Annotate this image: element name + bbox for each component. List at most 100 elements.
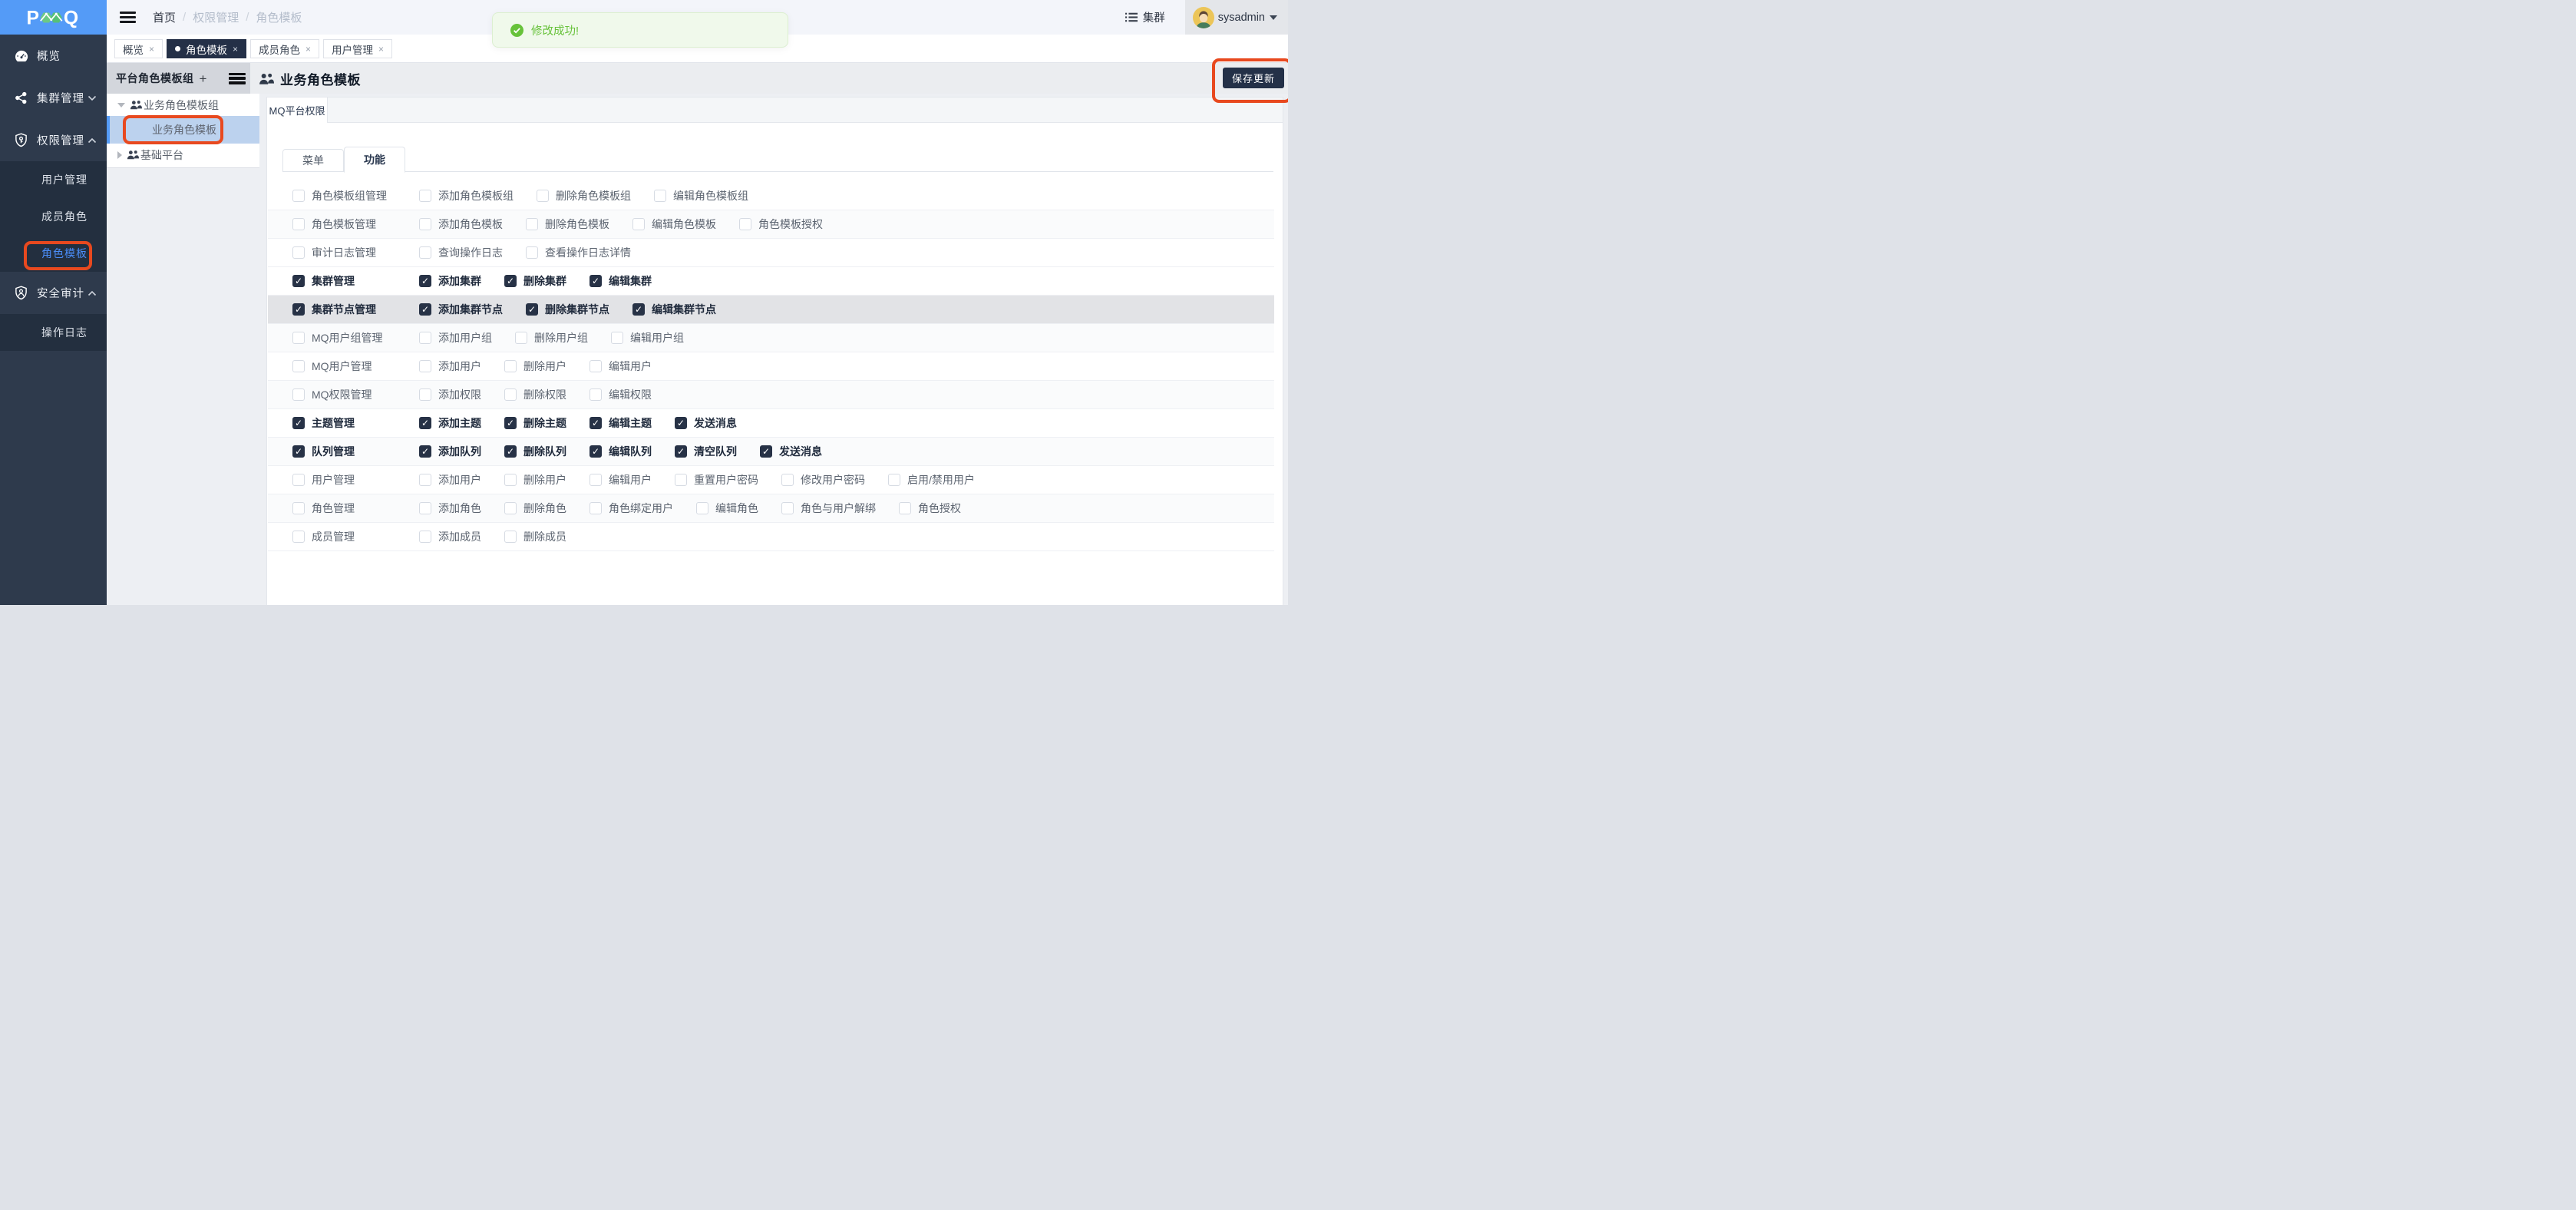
perm-checkbox[interactable]: [526, 303, 538, 316]
breadcrumb-item-1[interactable]: 首页: [153, 9, 176, 25]
module-checkbox[interactable]: [292, 531, 305, 543]
perm-checkbox[interactable]: [590, 474, 602, 486]
module-checkbox[interactable]: [292, 246, 305, 259]
perm-checkbox[interactable]: [419, 303, 431, 316]
add-template-group-button[interactable]: +: [200, 72, 207, 85]
perm-checkbox[interactable]: [654, 190, 666, 202]
user-menu[interactable]: sysadmin: [1185, 0, 1288, 35]
open-tab-1[interactable]: 概览×: [114, 39, 163, 58]
perm-checkbox[interactable]: [419, 531, 431, 543]
permission-cell: 编辑角色模板: [632, 217, 716, 232]
perm-checkbox[interactable]: [632, 303, 645, 316]
tree-item-1[interactable]: 业务角色模板组: [107, 94, 259, 116]
perm-checkbox[interactable]: [696, 502, 708, 514]
tab-close-icon[interactable]: ×: [305, 44, 311, 55]
perm-checkbox[interactable]: [419, 246, 431, 259]
module-checkbox[interactable]: [292, 360, 305, 372]
module-checkbox[interactable]: [292, 275, 305, 287]
perm-checkbox[interactable]: [419, 332, 431, 344]
caret-down-icon[interactable]: [117, 103, 125, 107]
tree-item-3[interactable]: 基础平台: [107, 144, 259, 166]
perm-checkbox[interactable]: [419, 218, 431, 230]
sidebar-item-4[interactable]: 安全审计: [0, 272, 107, 314]
perm-checkbox[interactable]: [504, 445, 517, 458]
permission-cell: 删除集群: [504, 273, 566, 289]
perm-checkbox[interactable]: [590, 502, 602, 514]
module-checkbox[interactable]: [292, 303, 305, 316]
permission-cell: 发送消息: [675, 415, 737, 431]
tree-collapse-icon[interactable]: [229, 73, 246, 84]
tab-close-icon[interactable]: ×: [149, 44, 154, 55]
open-tab-4[interactable]: 用户管理×: [323, 39, 392, 58]
sidebar-item-2[interactable]: 集群管理: [0, 77, 107, 119]
open-tab-3[interactable]: 成员角色×: [250, 39, 319, 58]
perm-label: 编辑角色模板组: [673, 188, 748, 203]
pmq-logo[interactable]: P Q: [0, 0, 107, 35]
perm-checkbox[interactable]: [515, 332, 527, 344]
sidebar-item-3[interactable]: 权限管理: [0, 119, 107, 161]
sidebar-subitem-1[interactable]: 操作日志: [0, 314, 107, 351]
perm-checkbox[interactable]: [632, 218, 645, 230]
module-checkbox[interactable]: [292, 502, 305, 514]
perm-checkbox[interactable]: [419, 190, 431, 202]
module-checkbox[interactable]: [292, 332, 305, 344]
perm-checkbox[interactable]: [504, 360, 517, 372]
permission-cell: 删除集群节点: [526, 302, 609, 317]
perm-checkbox[interactable]: [419, 502, 431, 514]
module-checkbox[interactable]: [292, 474, 305, 486]
perm-checkbox[interactable]: [419, 445, 431, 458]
perm-checkbox[interactable]: [419, 417, 431, 429]
sidebar-item-1[interactable]: 概览: [0, 35, 107, 77]
subtab-1[interactable]: 菜单: [282, 149, 344, 172]
sidebar-subitem-3[interactable]: 角色模板: [0, 235, 107, 272]
perm-checkbox[interactable]: [504, 388, 517, 401]
open-tab-2[interactable]: 角色模板×: [167, 39, 246, 58]
perm-checkbox[interactable]: [675, 417, 687, 429]
tab-mq-platform-permission[interactable]: MQ平台权限: [267, 98, 328, 123]
perm-checkbox[interactable]: [419, 275, 431, 287]
module-checkbox[interactable]: [292, 388, 305, 401]
sidebar-subitem-1[interactable]: 用户管理: [0, 161, 107, 198]
tab-close-icon[interactable]: ×: [378, 44, 384, 55]
perm-checkbox[interactable]: [590, 445, 602, 458]
perm-checkbox[interactable]: [504, 417, 517, 429]
cluster-switcher[interactable]: 集群: [1125, 9, 1165, 25]
perm-checkbox[interactable]: [504, 531, 517, 543]
perm-checkbox[interactable]: [419, 474, 431, 486]
caret-right-icon[interactable]: [117, 151, 122, 159]
perm-checkbox[interactable]: [537, 190, 549, 202]
perm-checkbox[interactable]: [899, 502, 911, 514]
perm-checkbox[interactable]: [590, 360, 602, 372]
perm-checkbox[interactable]: [504, 474, 517, 486]
module-checkbox[interactable]: [292, 190, 305, 202]
perm-checkbox[interactable]: [760, 445, 772, 458]
perm-checkbox[interactable]: [419, 360, 431, 372]
sidebar-collapse-icon[interactable]: [120, 12, 136, 23]
perm-checkbox[interactable]: [675, 474, 687, 486]
save-update-button[interactable]: 保存更新: [1223, 68, 1284, 88]
tree-item-2[interactable]: 业务角色模板: [107, 116, 259, 144]
perm-checkbox[interactable]: [526, 218, 538, 230]
perm-checkbox[interactable]: [739, 218, 751, 230]
perm-checkbox[interactable]: [888, 474, 900, 486]
module-label: 审计日志管理: [312, 245, 376, 260]
perm-checkbox[interactable]: [526, 246, 538, 259]
perm-checkbox[interactable]: [590, 388, 602, 401]
sidebar-subitem-2[interactable]: 成员角色: [0, 198, 107, 235]
sidebar-item-label: 集群管理: [37, 90, 84, 106]
perm-label: 删除权限: [523, 387, 566, 402]
perm-checkbox[interactable]: [419, 388, 431, 401]
perm-checkbox[interactable]: [611, 332, 623, 344]
tab-close-icon[interactable]: ×: [233, 44, 238, 55]
perm-checkbox[interactable]: [590, 417, 602, 429]
subtab-2[interactable]: 功能: [344, 147, 405, 173]
perm-checkbox[interactable]: [781, 474, 794, 486]
perm-checkbox[interactable]: [590, 275, 602, 287]
perm-checkbox[interactable]: [675, 445, 687, 458]
perm-checkbox[interactable]: [781, 502, 794, 514]
module-checkbox[interactable]: [292, 445, 305, 458]
perm-checkbox[interactable]: [504, 502, 517, 514]
module-checkbox[interactable]: [292, 218, 305, 230]
module-checkbox[interactable]: [292, 417, 305, 429]
perm-checkbox[interactable]: [504, 275, 517, 287]
